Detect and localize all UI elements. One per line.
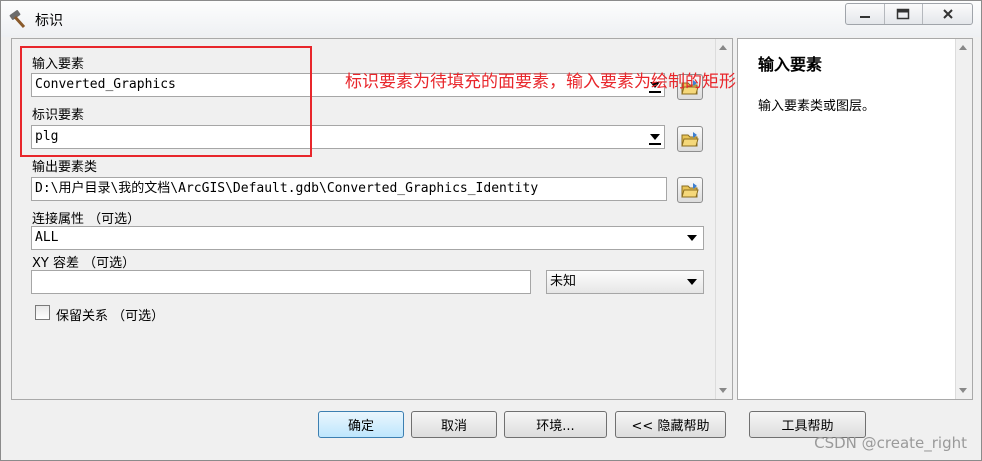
- output-feature-class-value: D:\用户目录\我的文档\ArcGIS\Default.gdb\Converte…: [35, 181, 539, 196]
- scroll-down-icon[interactable]: [959, 388, 967, 393]
- chevron-down-icon[interactable]: [650, 134, 660, 140]
- maximize-icon[interactable]: [885, 4, 924, 24]
- help-scrollbar[interactable]: [955, 39, 972, 399]
- xy-tolerance-unit-value: 未知: [550, 274, 577, 289]
- folder-open-icon: [681, 183, 699, 198]
- help-panel: 输入要素 输入要素类或图层。: [737, 38, 973, 400]
- chevron-down-icon[interactable]: [687, 279, 697, 285]
- parameters-panel: 输入要素 Converted_Graphics 标识要素 plg 输出要素类 D…: [11, 38, 770, 400]
- join-attributes-label: 连接属性 （可选）: [32, 212, 141, 227]
- title-bar[interactable]: 标识: [1, 1, 981, 37]
- join-attributes-select[interactable]: ALL: [31, 226, 704, 250]
- help-title: 输入要素: [758, 55, 823, 74]
- help-body: 输入要素类或图层。: [758, 99, 876, 114]
- window-controls: [845, 3, 973, 25]
- scroll-down-icon[interactable]: [719, 388, 727, 393]
- watermark-text: CSDN @create_right: [814, 434, 967, 452]
- keep-relationships-label: 保留关系 （可选）: [56, 309, 165, 324]
- hide-help-button[interactable]: << 隐藏帮助: [615, 411, 726, 438]
- xy-tolerance-input[interactable]: [31, 270, 531, 294]
- output-feature-class-label: 输出要素类: [32, 160, 98, 175]
- parameters-scrollbar[interactable]: [715, 39, 732, 399]
- output-feature-class-input[interactable]: D:\用户目录\我的文档\ArcGIS\Default.gdb\Converte…: [31, 177, 667, 201]
- window-title: 标识: [35, 13, 63, 29]
- browse-output-button[interactable]: [677, 177, 703, 203]
- scroll-up-icon[interactable]: [959, 45, 967, 50]
- ok-button[interactable]: 确定: [318, 411, 404, 438]
- annotation-text: 标识要素为待填充的面要素，输入要素为绘制的矩形要素: [345, 72, 770, 92]
- close-icon[interactable]: [923, 4, 972, 24]
- combo-underline: [649, 143, 661, 145]
- hammer-icon: [7, 8, 29, 30]
- chevron-down-icon[interactable]: [687, 235, 697, 241]
- cancel-button[interactable]: 取消: [411, 411, 497, 438]
- xy-tolerance-label: XY 容差 （可选）: [32, 256, 136, 271]
- dialog-window: 标识 输入要素 Converted_Graphics 标识要素 plg 输出要素…: [0, 0, 982, 461]
- minimize-icon[interactable]: [846, 4, 885, 24]
- browse-identity-button[interactable]: [677, 126, 703, 152]
- keep-relationships-checkbox[interactable]: [35, 305, 50, 320]
- folder-open-icon: [681, 132, 699, 147]
- annotation-highlight-box: [20, 46, 312, 157]
- xy-tolerance-unit-select[interactable]: 未知: [546, 270, 704, 294]
- join-attributes-value: ALL: [35, 230, 59, 245]
- scroll-up-icon[interactable]: [719, 45, 727, 50]
- environments-button[interactable]: 环境...: [504, 411, 607, 438]
